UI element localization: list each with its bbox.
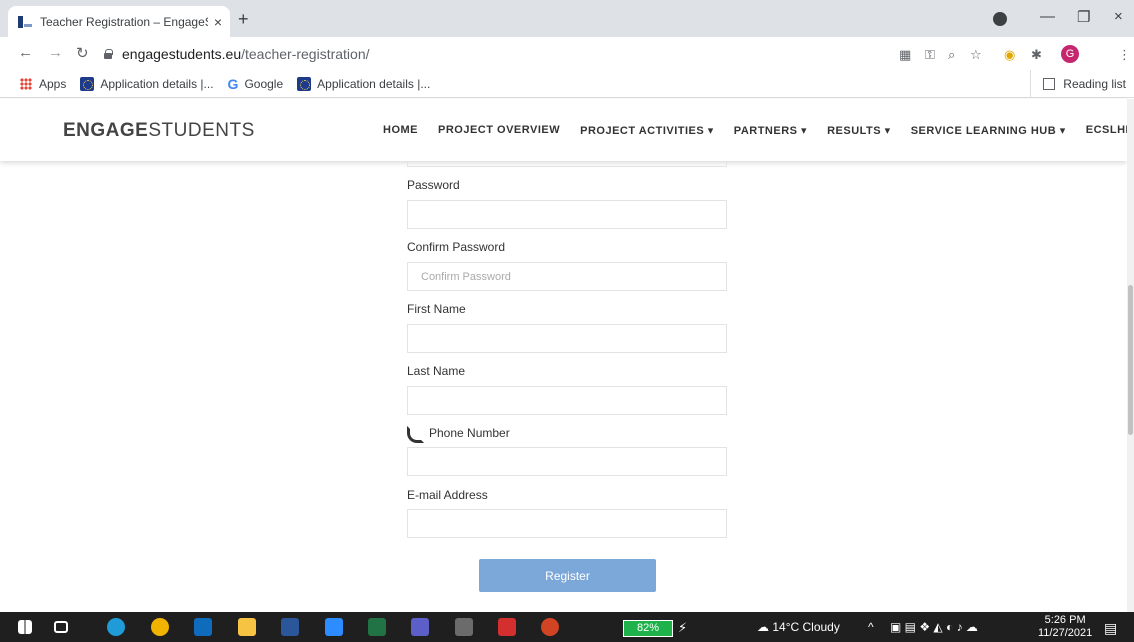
weather-text: 14°C Cloudy (772, 620, 840, 634)
battery-indicator[interactable]: 82% (623, 620, 673, 637)
nav-home[interactable]: HOME (383, 124, 418, 137)
menu-kebab-icon[interactable]: ⋮ (1118, 47, 1131, 63)
first-name-label: First Name (407, 302, 466, 316)
tab-search-icon[interactable] (993, 12, 1007, 26)
profile-avatar[interactable]: G (1061, 45, 1079, 63)
email-label: E-mail Address (407, 488, 488, 502)
forward-icon[interactable]: → (48, 44, 63, 61)
logo-bold: ENGAGE (63, 120, 149, 141)
site-favicon-icon (18, 15, 32, 28)
back-icon[interactable]: ← (18, 44, 33, 61)
reading-list-icon (1043, 78, 1056, 90)
browser-tab[interactable]: Teacher Registration – EngageSt × (8, 6, 230, 37)
reload-icon[interactable]: ↻ (76, 44, 89, 62)
site-logo[interactable]: ENGAGESTUDENTS (63, 120, 255, 142)
google-icon: G (227, 75, 239, 92)
bookmark-star-icon[interactable]: ☆ (970, 47, 982, 63)
outlook-icon[interactable] (194, 618, 212, 636)
nav-partners[interactable]: PARTNERS ▾ (734, 124, 807, 137)
phone-number-label-row: Phone Number (407, 426, 510, 440)
password-field[interactable] (407, 200, 727, 229)
url-host: engagestudents.eu (122, 46, 242, 62)
minimize-icon[interactable]: — (1040, 8, 1055, 25)
bookmark-label: Application details |... (100, 76, 214, 91)
checklist-app-icon[interactable] (455, 618, 473, 636)
last-name-field[interactable] (407, 386, 727, 415)
bookmark-application-details-1[interactable]: Application details |... (80, 76, 214, 91)
register-button[interactable]: Register (479, 559, 656, 592)
bookmarks-bar: Apps Application details |... G Google A… (0, 70, 1134, 98)
nav-project-overview[interactable]: PROJECT OVERVIEW (438, 124, 560, 137)
phone-icon (407, 426, 419, 438)
new-tab-icon[interactable]: + (238, 9, 249, 30)
tab-strip: Teacher Registration – EngageSt × + — ❐ … (0, 0, 1134, 37)
bookmark-google[interactable]: G Google (228, 76, 284, 92)
acrobat-icon[interactable] (498, 618, 516, 636)
first-name-field[interactable] (407, 324, 727, 353)
restore-icon[interactable]: ❐ (1077, 8, 1090, 26)
tray-icons[interactable]: ▣ ▤ ❖ ◭ ◐ ♪ ☁ (890, 620, 978, 634)
eu-flag-icon (297, 76, 312, 91)
bookmark-label: Apps (39, 76, 67, 91)
scrollbar-thumb[interactable] (1128, 285, 1133, 435)
weather-widget[interactable]: ☁ 14°C Cloudy (757, 620, 840, 634)
confirm-password-label: Confirm Password (407, 240, 506, 254)
file-explorer-icon[interactable] (238, 618, 256, 636)
site-header: ENGAGESTUDENTS HOME PROJECT OVERVIEW PRO… (0, 99, 1134, 161)
teams-icon[interactable] (411, 618, 429, 636)
bookmark-apps[interactable]: Apps (20, 77, 66, 91)
lock-icon[interactable] (104, 49, 113, 59)
extension-search-icon[interactable]: ◉ (1004, 47, 1015, 63)
nav-service-learning-hub[interactable]: SERVICE LEARNING HUB ▾ (911, 124, 1066, 137)
logo-light: STUDENTS (148, 120, 255, 141)
browser-toolbar: ← → ↻ engagestudents.eu /teacher-registr… (0, 37, 1134, 70)
tab-title: Teacher Registration – EngageSt (40, 14, 208, 29)
url-path: /teacher-registration/ (241, 46, 370, 62)
windows-taskbar: ⚡ ☁ 14°C Cloudy ^ ▣ ▤ ❖ ◭ ◐ ♪ ☁ ▤ (0, 612, 1134, 642)
bookmark-label: Google (244, 76, 284, 91)
zoom-icon[interactable]: ⌕ (948, 47, 955, 63)
email-field[interactable] (407, 509, 727, 538)
reading-list-button[interactable]: Reading list (1030, 70, 1126, 98)
nav-results[interactable]: RESULTS ▾ (827, 124, 891, 137)
excel-icon[interactable] (368, 618, 386, 636)
clock-time: 5:26 PM (1044, 614, 1086, 626)
key-icon[interactable]: ⚿ (925, 47, 935, 63)
phone-number-label: Phone Number (429, 426, 510, 440)
cloud-icon: ☁ (757, 620, 773, 634)
chrome-icon[interactable] (151, 618, 169, 636)
zoom-app-icon[interactable] (325, 618, 343, 636)
password-label: Password (407, 178, 460, 192)
address-bar[interactable]: engagestudents.eu /teacher-registration/ (104, 41, 884, 67)
apps-grid-icon (20, 77, 32, 90)
bookmark-application-details-2[interactable]: Application details |... (297, 76, 431, 91)
notifications-icon[interactable]: ▤ (1104, 620, 1117, 637)
taskbar-clock[interactable]: 5:26 PM 11/27/2021 (1038, 614, 1092, 640)
clock-date: 11/27/2021 (1038, 627, 1093, 639)
main-nav: HOME PROJECT OVERVIEW PROJECT ACTIVITIES… (383, 124, 1134, 137)
windows-start-icon[interactable] (18, 620, 32, 634)
extensions-puzzle-icon[interactable]: ✱ (1031, 47, 1042, 63)
reading-list-label: Reading list (1063, 77, 1126, 91)
confirm-password-field[interactable] (407, 262, 727, 291)
qr-code-icon[interactable]: ▦ (899, 47, 911, 63)
tray-chevron-icon[interactable]: ^ (868, 620, 874, 634)
edge-icon[interactable] (107, 618, 125, 636)
phone-number-field[interactable] (407, 447, 727, 476)
previous-field-edge (407, 161, 727, 167)
bookmark-label: Application details |... (317, 76, 431, 91)
word-icon[interactable] (281, 618, 299, 636)
task-view-icon[interactable] (54, 621, 68, 633)
last-name-label: Last Name (407, 364, 466, 378)
nav-project-activities[interactable]: PROJECT ACTIVITIES ▾ (580, 124, 714, 137)
close-window-icon[interactable]: × (1114, 8, 1123, 25)
tab-close-icon[interactable]: × (214, 14, 222, 30)
eu-flag-icon (80, 76, 95, 91)
powerpoint-icon[interactable] (541, 618, 559, 636)
charging-plug-icon: ⚡ (678, 620, 688, 635)
